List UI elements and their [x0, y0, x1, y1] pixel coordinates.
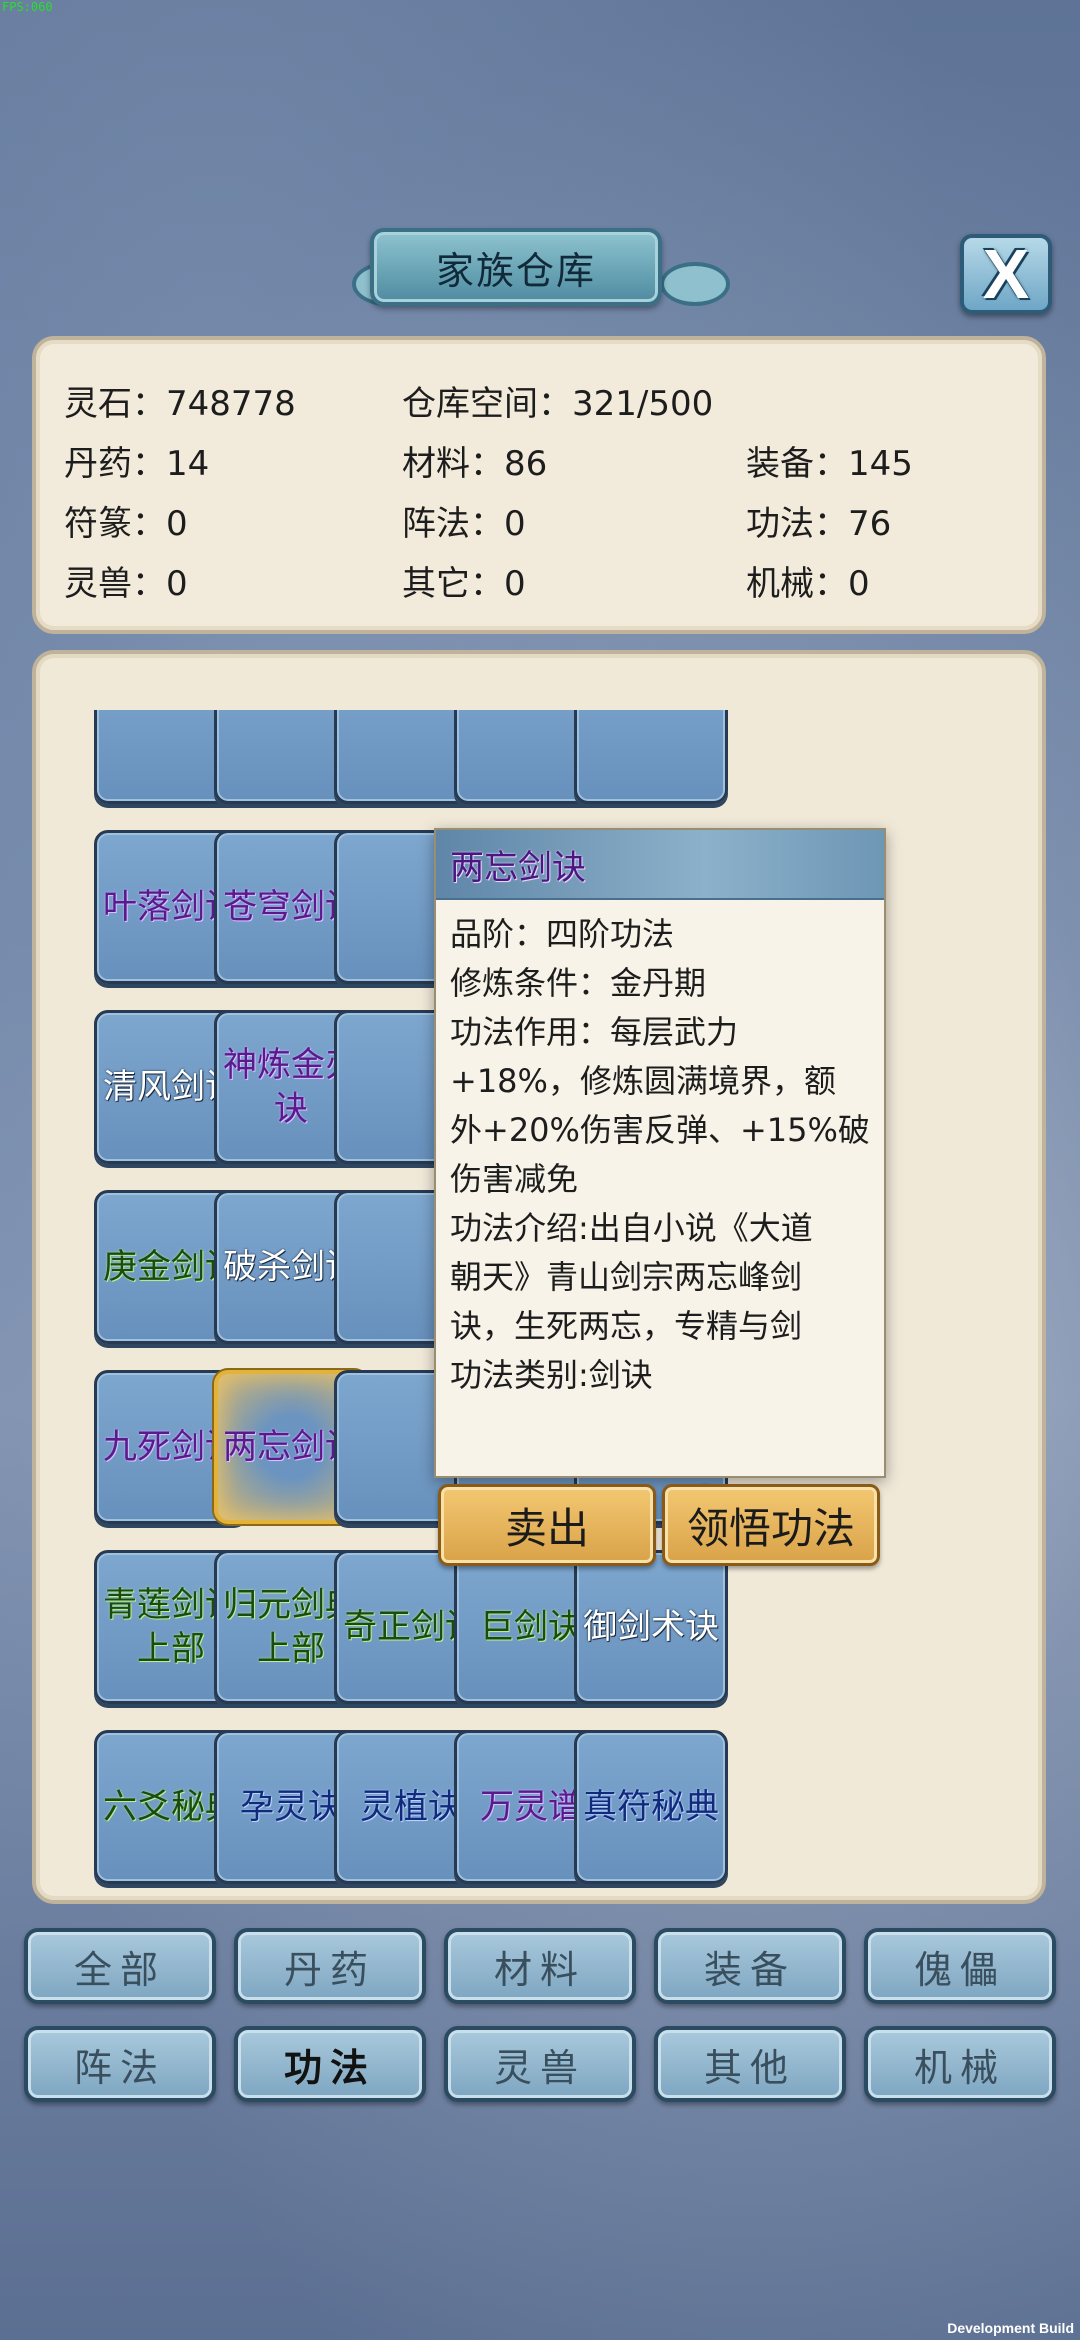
equipment-count: 装备：145 [746, 444, 913, 484]
spirit-stone-count: 灵石：748778 [64, 384, 296, 424]
page-title: 家族仓库 [435, 248, 596, 293]
category-tab[interactable]: 傀儡 [864, 1928, 1056, 2004]
category-tab[interactable]: 材料 [444, 1928, 636, 2004]
material-count: 材料：86 [402, 444, 548, 484]
title-banner: 家族仓库 [370, 228, 662, 306]
close-icon: X [982, 235, 1030, 313]
sell-button-label: 卖出 [504, 1503, 589, 1553]
category-tab-label: 全部 [73, 1947, 166, 1992]
tooltip-title: 两忘剑诀 [450, 847, 586, 888]
technique-count: 功法：76 [746, 504, 892, 544]
category-tab[interactable]: 装备 [654, 1928, 846, 2004]
storage-space: 仓库空间：321/500 [402, 384, 714, 424]
tooltip-line: 品阶：四阶功法 [450, 915, 675, 953]
category-tab[interactable]: 全部 [24, 1928, 216, 2004]
category-tab-label: 灵兽 [493, 2045, 586, 2090]
machine-count: 机械：0 [746, 564, 870, 604]
category-tab-label: 阵法 [73, 2045, 166, 2090]
category-tab-label: 机械 [913, 2045, 1006, 2090]
item-name [577, 710, 725, 801]
category-tab[interactable]: 机械 [864, 2026, 1056, 2102]
item-slot[interactable] [574, 710, 728, 804]
pill-count: 丹药：14 [64, 444, 210, 484]
close-button[interactable]: X [960, 234, 1052, 314]
tooltip-line: 诀，生死两忘，专精与剑 [450, 1307, 803, 1345]
formation-count: 阵法：0 [402, 504, 526, 544]
comprehend-button-label: 领悟功法 [686, 1503, 855, 1553]
category-tab-label: 傀儡 [913, 1947, 1006, 1992]
tooltip-body: 品阶：四阶功法 修炼条件：金丹期 功法作用：每层武力 +18%，修炼圆满境界，额 外+2… [436, 900, 884, 1410]
category-tab-label: 丹药 [283, 1947, 376, 1992]
sell-button[interactable]: 卖出 [438, 1484, 656, 1566]
item-name: 御剑术诀 [583, 1606, 719, 1647]
tooltip-line: 朝天》青山剑宗两忘峰剑 [450, 1258, 803, 1296]
category-tab-label: 功法 [283, 2045, 376, 2090]
other-count: 其它：0 [402, 564, 526, 604]
category-tab[interactable]: 功法 [234, 2026, 426, 2102]
item-name: 真符秘典 [583, 1786, 719, 1827]
tooltip-line: 伤害减免 [450, 1160, 579, 1198]
item-detail-tooltip: 两忘剑诀 品阶：四阶功法 修炼条件：金丹期 功法作用：每层武力 +18%，修炼圆满境界… [434, 828, 886, 1478]
tooltip-line: 功法作用：每层武力 [450, 1013, 739, 1051]
category-tab-label: 其他 [703, 2045, 796, 2090]
comprehend-technique-button[interactable]: 领悟功法 [662, 1484, 880, 1566]
development-build-label: Development Build [947, 2320, 1074, 2336]
category-tab-label: 材料 [493, 1947, 586, 1992]
tooltip-header: 两忘剑诀 [436, 830, 884, 900]
warehouse-summary-panel: 灵石：748778 仓库空间：321/500 丹药：14 材料：86 装备：14… [32, 336, 1046, 634]
fps-counter: FPS:060 [2, 0, 53, 14]
category-tab[interactable]: 其他 [654, 2026, 846, 2102]
category-tab[interactable]: 丹药 [234, 1928, 426, 2004]
tooltip-line: 外+20%伤害反弹、+15%破 [450, 1111, 870, 1149]
category-tab[interactable]: 阵法 [24, 2026, 216, 2102]
beast-count: 灵兽：0 [64, 564, 188, 604]
item-slot[interactable]: 御剑术诀 [574, 1550, 728, 1704]
category-tab[interactable]: 灵兽 [444, 2026, 636, 2102]
tooltip-line: 功法类别:剑诀 [450, 1356, 653, 1394]
talisman-count: 符篆：0 [64, 504, 188, 544]
tooltip-line: 修炼条件：金丹期 [450, 964, 707, 1002]
cloud-ornament-right [660, 262, 730, 306]
category-tab-label: 装备 [703, 1947, 796, 1992]
item-slot[interactable]: 真符秘典 [574, 1730, 728, 1884]
tooltip-line: 功法介绍:出自小说《大道 [450, 1209, 813, 1247]
tooltip-line: +18%，修炼圆满境界，额 [450, 1062, 836, 1100]
